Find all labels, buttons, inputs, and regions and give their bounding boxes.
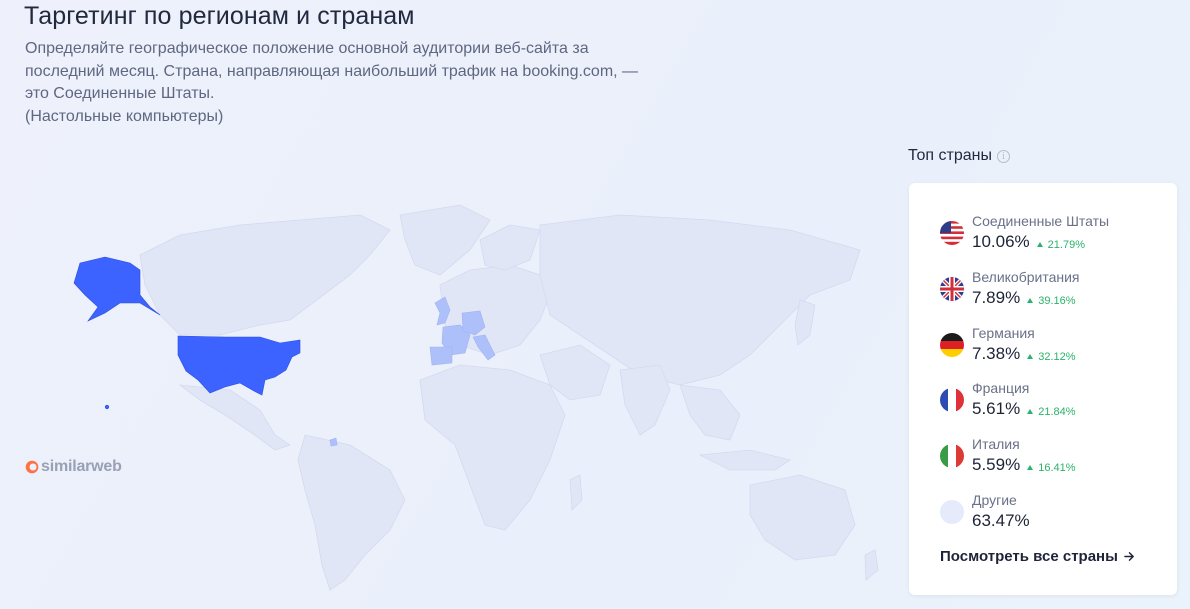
world-map bbox=[60, 195, 890, 595]
country-change-value: 16.41% bbox=[1038, 461, 1076, 474]
country-share: 5.61% bbox=[972, 399, 1021, 418]
map-spain bbox=[429, 346, 453, 366]
country-row-us[interactable]: Соединенные Штаты 10.06% 21.79% bbox=[940, 213, 1109, 252]
country-row-uk[interactable]: Великобритания 7.89% 39.16% bbox=[940, 269, 1080, 308]
map-canada bbox=[139, 214, 391, 336]
country-row-it[interactable]: Италия 5.59% 16.41% bbox=[940, 436, 1076, 475]
country-change: 32.12% bbox=[1027, 350, 1076, 363]
fr-flag-icon bbox=[940, 387, 964, 412]
country-name: Другие bbox=[972, 492, 1017, 508]
similarweb-logo-icon bbox=[25, 460, 39, 474]
see-all-countries-link[interactable]: Посмотреть все страны bbox=[940, 548, 1135, 565]
country-name: Великобритания bbox=[972, 269, 1080, 285]
country-change: 16.41% bbox=[1027, 461, 1076, 474]
trend-up-icon bbox=[1036, 242, 1043, 247]
it-flag-icon bbox=[940, 443, 964, 468]
country-row-de[interactable]: Германия 7.38% 32.12% bbox=[940, 325, 1076, 364]
map-india bbox=[619, 364, 671, 436]
description-line: Определяйте географическое положение осн… bbox=[25, 40, 589, 57]
de-flag-icon bbox=[940, 332, 964, 357]
map-south-america bbox=[297, 434, 406, 591]
section-title: Таргетинг по регионам и странам bbox=[24, 2, 415, 30]
map-scandinavia bbox=[479, 224, 541, 271]
trend-up-icon bbox=[1027, 298, 1034, 303]
map-madagascar bbox=[569, 474, 583, 511]
map-mexico bbox=[178, 384, 291, 451]
map-indonesia bbox=[698, 449, 791, 471]
arrow-right-icon bbox=[1124, 552, 1134, 561]
country-change: 21.84% bbox=[1027, 405, 1076, 418]
trend-up-icon bbox=[1027, 409, 1034, 414]
country-name: Соединенные Штаты bbox=[972, 213, 1110, 229]
map-se-asia bbox=[679, 384, 741, 441]
similarweb-logo: similarweb bbox=[25, 458, 122, 476]
map-new-zealand bbox=[864, 549, 879, 581]
description-line: (Настольные компьютеры) bbox=[25, 107, 224, 125]
description-line: последний месяц. Страна, направляющая на… bbox=[25, 62, 639, 80]
uk-flag-icon bbox=[940, 276, 964, 301]
country-row-fr[interactable]: Франция 5.61% 21.84% bbox=[940, 380, 1076, 419]
top-countries-label: Топ страны i bbox=[908, 147, 1010, 165]
map-greenland bbox=[399, 204, 491, 276]
country-change-value: 32.12% bbox=[1038, 350, 1076, 363]
country-share: 10.06% bbox=[972, 232, 1030, 251]
country-change-value: 21.84% bbox=[1038, 405, 1076, 418]
country-share: 7.89% bbox=[972, 288, 1021, 307]
us-flag-icon bbox=[940, 220, 964, 245]
country-name: Франция bbox=[972, 380, 1030, 396]
country-share: 63.47% bbox=[972, 511, 1030, 530]
country-change-value: 21.79% bbox=[1047, 238, 1085, 251]
country-share: 5.59% bbox=[972, 455, 1021, 474]
trend-up-icon bbox=[1027, 354, 1034, 359]
country-name: Италия bbox=[972, 436, 1020, 452]
map-africa bbox=[419, 364, 566, 531]
world-map-svg bbox=[73, 204, 879, 591]
top-countries-card: Соединенные Штаты 10.06% 21.79% Великобр… bbox=[909, 183, 1177, 595]
other-countries-icon bbox=[940, 499, 964, 524]
country-name: Германия bbox=[972, 325, 1035, 341]
trend-up-icon bbox=[1027, 465, 1034, 470]
map-australia bbox=[749, 474, 856, 561]
info-icon[interactable]: i bbox=[997, 150, 1010, 163]
map-hawaii bbox=[104, 404, 110, 410]
country-change-value: 39.16% bbox=[1038, 294, 1076, 307]
map-usa bbox=[177, 335, 301, 396]
country-share: 7.38% bbox=[972, 344, 1021, 363]
country-change: 39.16% bbox=[1027, 294, 1076, 307]
section-description: Определяйте географическое положение осн… bbox=[25, 38, 645, 128]
similarweb-logo-text: similarweb bbox=[41, 458, 122, 475]
country-row-other: Другие 63.47% bbox=[940, 492, 1030, 531]
description-line: это Соединенные Штаты. bbox=[25, 85, 215, 102]
country-change: 21.79% bbox=[1036, 238, 1085, 251]
map-caribbean-dot bbox=[329, 437, 338, 447]
see-all-countries-label: Посмотреть все страны bbox=[940, 548, 1118, 565]
top-countries-label-text: Топ страны bbox=[908, 147, 992, 164]
